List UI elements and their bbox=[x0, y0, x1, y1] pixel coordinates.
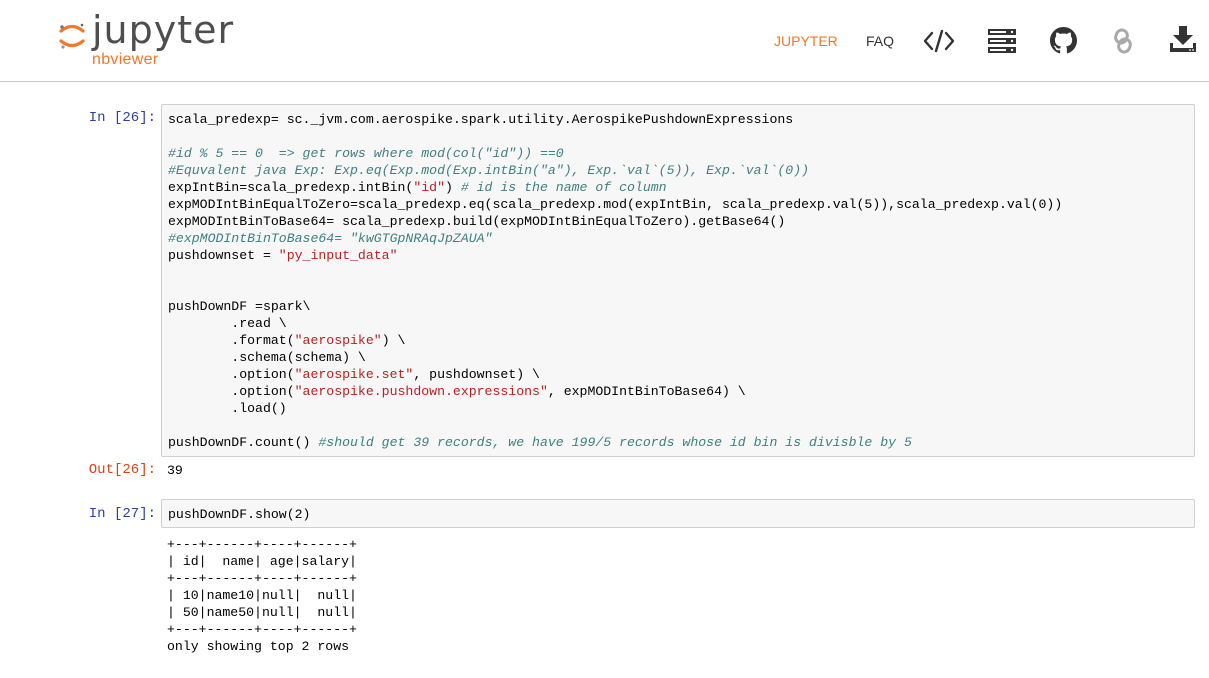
output-line: +---+------+----+------+ bbox=[167, 622, 357, 637]
code-line: .option("aerospike.pushdown.expressions"… bbox=[168, 384, 746, 399]
code-comment: #id % 5 == 0 => get rows where mod(col("… bbox=[168, 146, 564, 161]
code-line: expIntBin=scala_predexp.intBin("id") # i… bbox=[168, 180, 667, 195]
server-icon[interactable] bbox=[987, 28, 1017, 54]
code-line: pushdownset = "py_input_data" bbox=[168, 248, 398, 263]
code-comment: #expMODIntBinToBase64= "kwGTGpNRAqJpZAUA… bbox=[168, 231, 493, 246]
code-cell-27-source: pushDownDF.show(2) bbox=[168, 507, 311, 522]
brand-subtitle: nbviewer bbox=[92, 51, 159, 68]
nav-jupyter-link[interactable]: JUPYTER bbox=[774, 33, 838, 49]
code-cell-26-source: scala_predexp= sc._jvm.com.aerospike.spa… bbox=[168, 111, 1062, 451]
code-cell-27[interactable]: pushDownDF.show(2) bbox=[161, 499, 1195, 528]
top-navbar: jupyter nbviewer JUPYTER FAQ bbox=[0, 0, 1209, 82]
link-icon[interactable] bbox=[1112, 28, 1134, 54]
github-icon[interactable] bbox=[1050, 27, 1077, 54]
code-line: pushDownDF =spark\ bbox=[168, 299, 311, 314]
code-line: scala_predexp= sc._jvm.com.aerospike.spa… bbox=[168, 112, 794, 127]
output-line: only showing top 2 rows bbox=[167, 639, 350, 654]
brand-name: jupyter bbox=[92, 8, 235, 52]
input-prompt-27: In [27]: bbox=[88, 506, 156, 522]
code-line: .format("aerospike") \ bbox=[168, 333, 406, 348]
code-line: expMODIntBinToBase64= scala_predexp.buil… bbox=[168, 214, 786, 229]
code-view-icon[interactable] bbox=[923, 29, 955, 53]
download-icon[interactable] bbox=[1169, 26, 1197, 53]
cell-26-output: 39 bbox=[167, 463, 183, 478]
code-cell-26[interactable]: scala_predexp= sc._jvm.com.aerospike.spa… bbox=[161, 104, 1195, 457]
code-line: .schema(schema) \ bbox=[168, 350, 366, 365]
code-comment: #Equvalent java Exp: Exp.eq(Exp.mod(Exp.… bbox=[168, 163, 810, 178]
input-prompt-26: In [26]: bbox=[88, 110, 156, 126]
output-line: | id| name| age|salary| bbox=[167, 554, 357, 569]
output-prompt-26: Out[26]: bbox=[88, 462, 156, 478]
output-line: +---+------+----+------+ bbox=[167, 571, 357, 586]
code-line: .load() bbox=[168, 401, 287, 416]
output-line: | 50|name50|null| null| bbox=[167, 605, 357, 620]
output-line: | 10|name10|null| null| bbox=[167, 588, 357, 603]
output-line: +---+------+----+------+ bbox=[167, 537, 357, 552]
code-line: pushDownDF.count() #should get 39 record… bbox=[168, 435, 912, 450]
nav-faq-link[interactable]: FAQ bbox=[866, 33, 894, 49]
code-line: expMODIntBinEqualToZero=scala_predexp.eq… bbox=[168, 197, 1063, 212]
code-line: .read \ bbox=[168, 316, 287, 331]
jupyter-nbviewer-logo[interactable]: jupyter nbviewer bbox=[58, 8, 238, 72]
code-line: .option("aerospike.set", pushdownset) \ bbox=[168, 367, 540, 382]
cell-27-output: +---+------+----+------+ | id| name| age… bbox=[167, 536, 357, 655]
jupyter-logo-icon bbox=[59, 23, 85, 49]
